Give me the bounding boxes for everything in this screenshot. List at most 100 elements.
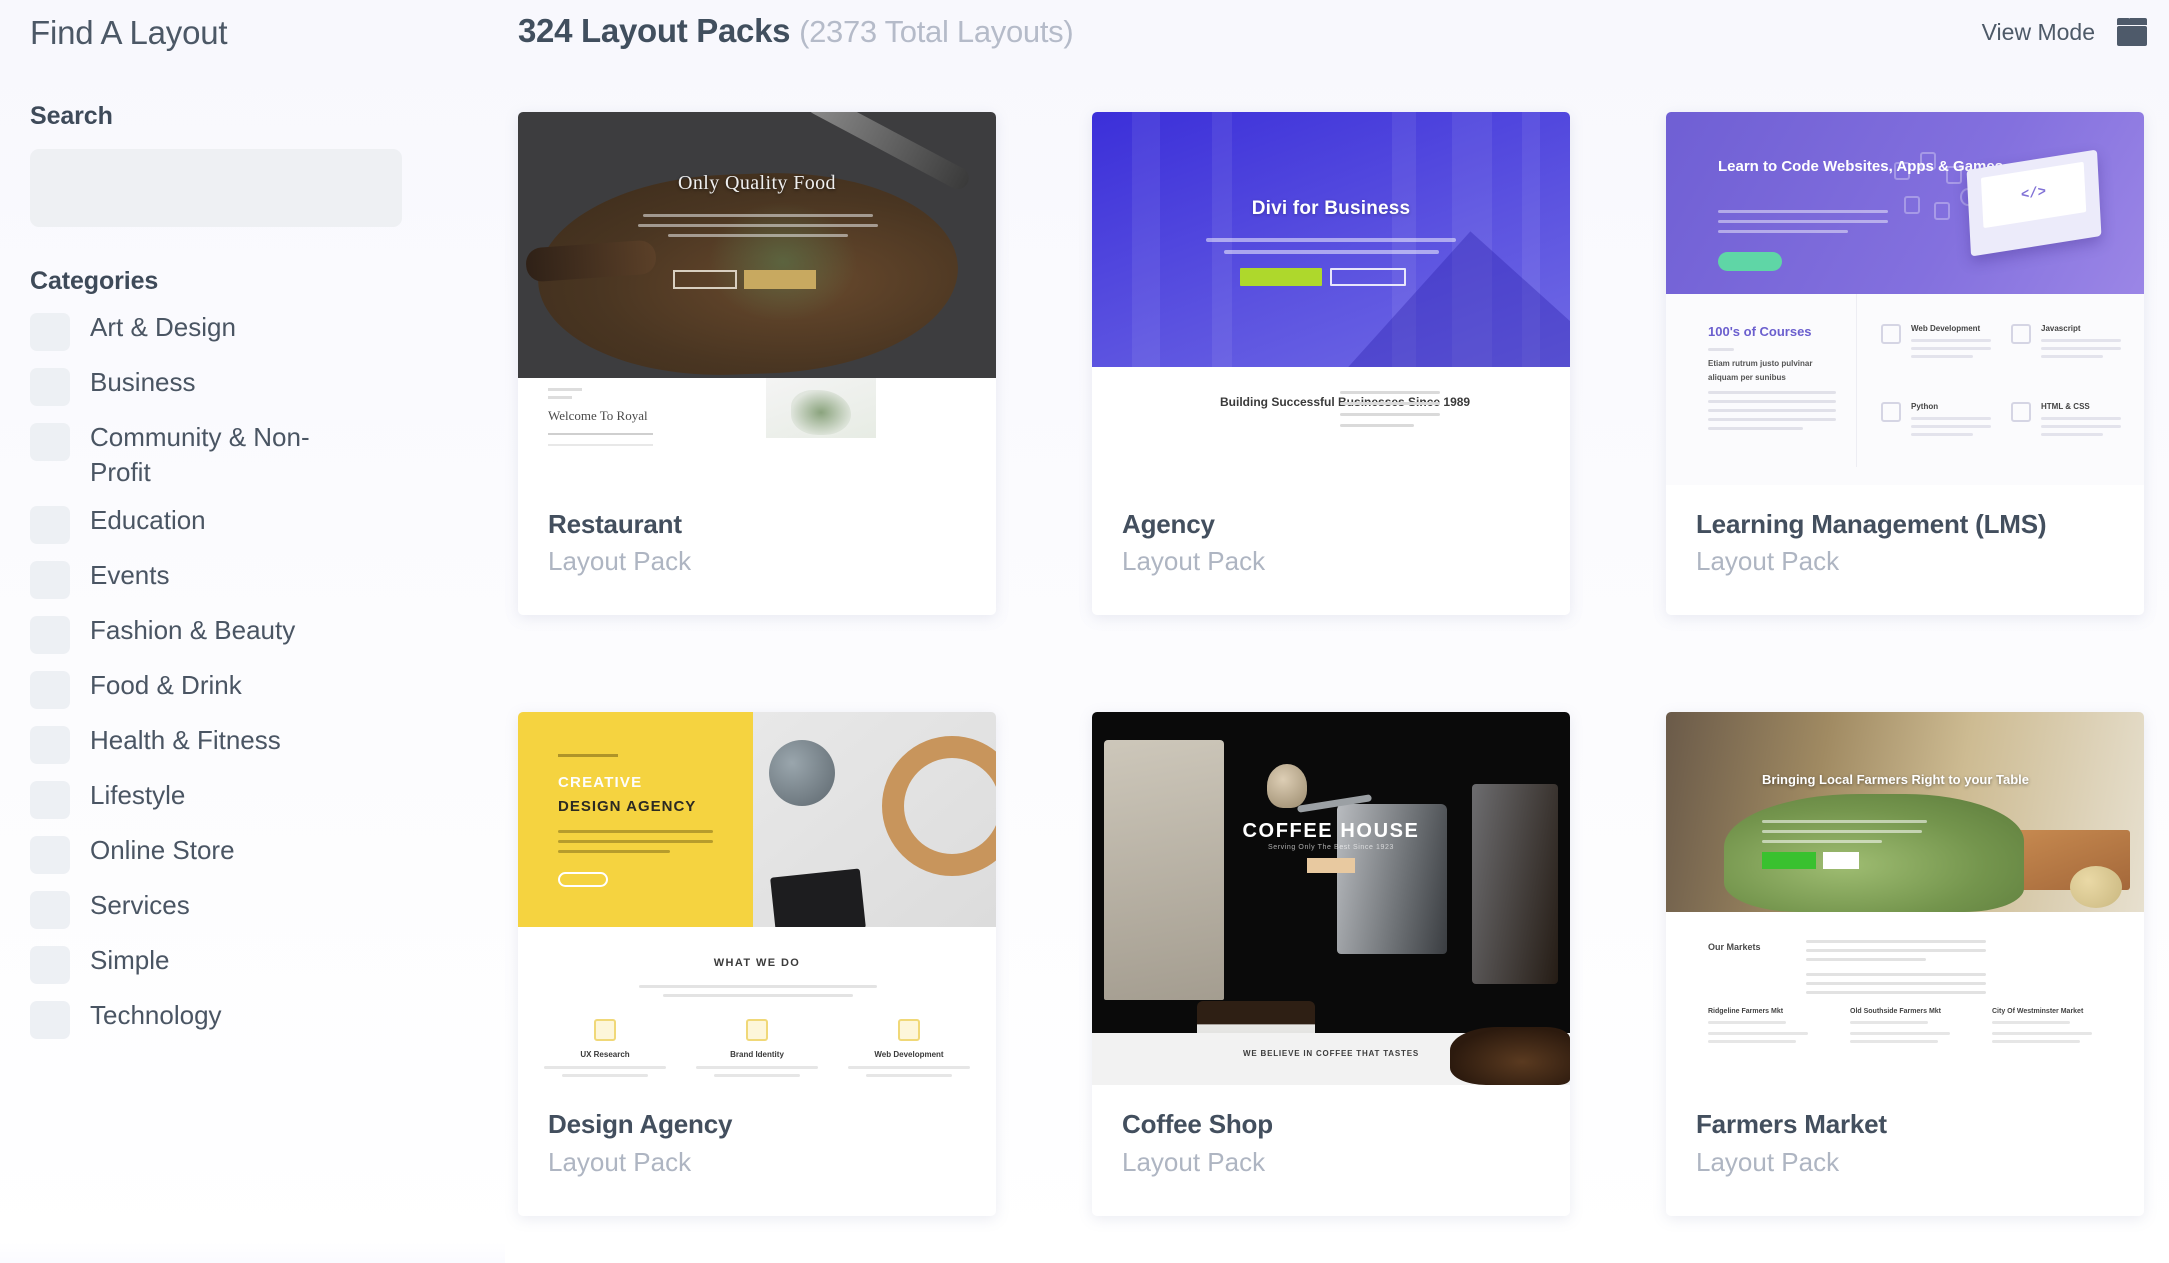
- pack-name: Agency: [1122, 509, 1215, 539]
- pack-meta: Farmers Market Layout Pack: [1666, 1085, 2144, 1215]
- layout-pack-card-design-agency[interactable]: CREATIVE DESIGN AGENCY WHAT WE DO UX Res…: [518, 712, 996, 1216]
- category-label: Health & Fitness: [90, 725, 281, 756]
- total-layouts-text: (2373 Total Layouts): [799, 14, 1074, 49]
- category-item-art-design[interactable]: Art & Design: [30, 310, 475, 351]
- pack-name: Design Agency: [548, 1109, 733, 1140]
- category-list: Art & Design Business Community & Non-Pr…: [30, 310, 475, 1040]
- category-label: Events: [90, 560, 170, 591]
- preview-section-heading: 100's of Courses: [1708, 324, 1812, 339]
- category-label: Lifestyle: [90, 780, 186, 811]
- preview-feature-label: Web Development: [1911, 324, 1981, 333]
- category-item-events[interactable]: Events: [30, 558, 475, 600]
- grid-row: Only Quality Food Welcome To Royal Resta…: [518, 112, 2158, 616]
- pack-preview-thumbnail[interactable]: Learn to Code Websites, Apps & Games </>: [1666, 112, 2144, 485]
- layout-pack-card-lms[interactable]: Learn to Code Websites, Apps & Games </>: [1666, 112, 2144, 616]
- search-label: Search: [30, 102, 113, 130]
- preview-hero-heading: COFFEE HOUSE: [1242, 820, 1420, 843]
- checkbox-icon[interactable]: [30, 561, 70, 600]
- checkbox-icon[interactable]: [30, 506, 70, 545]
- category-item-health-fitness[interactable]: Health & Fitness: [30, 723, 475, 765]
- pack-preview-thumbnail[interactable]: Only Quality Food Welcome To Royal: [518, 112, 996, 485]
- layout-pack-card-coffee-shop[interactable]: COFFEE HOUSE Serving Only The Best Since…: [1092, 712, 1570, 1216]
- preview-hero-heading-1: CREATIVE: [558, 774, 643, 792]
- category-label: Food & Drink: [90, 670, 242, 701]
- category-item-food-drink[interactable]: Food & Drink: [30, 668, 475, 710]
- layout-pack-card-agency[interactable]: Divi for Business Building Successful Bu…: [1092, 112, 1570, 616]
- checkbox-icon[interactable]: [30, 423, 70, 461]
- preview-section-heading: Our Markets: [1708, 942, 1761, 953]
- pack-name: Farmers Market: [1696, 1109, 1887, 1140]
- preview-feature-label: HTML & CSS: [2041, 402, 2090, 411]
- pack-preview-thumbnail[interactable]: COFFEE HOUSE Serving Only The Best Since…: [1092, 712, 1570, 1086]
- pack-subtitle: Layout Pack: [1696, 1146, 1840, 1177]
- preview-hero-heading-2: DESIGN AGENCY: [558, 798, 697, 816]
- category-label: Simple: [90, 945, 170, 976]
- top-header-bar: Find A Layout 324 Layout Packs (2373 Tot…: [0, 0, 2169, 78]
- checkbox-icon[interactable]: [30, 946, 70, 985]
- pack-name: Restaurant: [548, 509, 682, 539]
- checkbox-icon[interactable]: [30, 313, 70, 351]
- layout-browser-page: Find A Layout 324 Layout Packs (2373 Tot…: [0, 0, 2169, 1263]
- pack-subtitle: Layout Pack: [1122, 546, 1266, 577]
- pack-meta: Coffee Shop Layout Pack: [1092, 1085, 1570, 1215]
- layout-packs-grid: Only Quality Food Welcome To Royal Resta…: [518, 112, 2158, 1263]
- pack-preview-thumbnail[interactable]: CREATIVE DESIGN AGENCY WHAT WE DO UX Res…: [518, 712, 996, 1086]
- checkbox-icon[interactable]: [30, 726, 70, 765]
- checkbox-icon[interactable]: [30, 1001, 70, 1040]
- pack-name: Coffee Shop: [1122, 1109, 1273, 1140]
- filters-sidebar: Search Categories Art & Design Business …: [0, 78, 505, 1263]
- pack-preview-thumbnail[interactable]: Divi for Business Building Successful Bu…: [1092, 112, 1570, 485]
- categories-label: Categories: [30, 267, 159, 295]
- layout-pack-card-farmers-market[interactable]: Bringing Local Farmers Right to your Tab…: [1666, 712, 2144, 1216]
- pack-meta: Restaurant Layout Pack: [518, 485, 996, 615]
- checkbox-icon[interactable]: [30, 836, 70, 875]
- category-item-community-non-profit[interactable]: Community & Non-Profit: [30, 420, 475, 489]
- preview-section-heading: Welcome To Royal: [548, 408, 648, 423]
- view-mode-toggle[interactable]: View Mode: [1982, 18, 2147, 46]
- checkbox-icon[interactable]: [30, 368, 70, 406]
- category-label: Community & Non-Profit: [90, 422, 310, 487]
- pack-subtitle: Layout Pack: [548, 1146, 692, 1177]
- category-label: Technology: [90, 1000, 222, 1031]
- checkbox-icon[interactable]: [30, 781, 70, 820]
- preview-hero-subtext: Serving Only The Best Since 1923: [1267, 844, 1395, 852]
- checkbox-icon[interactable]: [30, 671, 70, 710]
- pack-subtitle: Layout Pack: [548, 546, 692, 577]
- pack-preview-thumbnail[interactable]: Bringing Local Farmers Right to your Tab…: [1666, 712, 2144, 1086]
- category-label: Education: [90, 505, 206, 536]
- preview-section-heading: WHAT WE DO: [713, 957, 801, 970]
- category-label: Business: [90, 367, 196, 397]
- category-item-online-store[interactable]: Online Store: [30, 833, 475, 875]
- category-item-fashion-beauty[interactable]: Fashion & Beauty: [30, 613, 475, 655]
- checkbox-icon[interactable]: [30, 616, 70, 655]
- pack-subtitle: Layout Pack: [1696, 546, 1840, 577]
- pack-meta: Design Agency Layout Pack: [518, 1085, 996, 1215]
- category-item-services[interactable]: Services: [30, 888, 475, 930]
- layout-pack-card-restaurant[interactable]: Only Quality Food Welcome To Royal Resta…: [518, 112, 996, 616]
- folder-icon[interactable]: [2113, 18, 2147, 46]
- category-item-education[interactable]: Education: [30, 503, 475, 545]
- preview-hero-heading: Bringing Local Farmers Right to your Tab…: [1762, 772, 2030, 788]
- checkbox-icon[interactable]: [30, 891, 70, 930]
- page-title: Find A Layout: [30, 14, 228, 51]
- preview-feature-label: Web Development: [874, 1050, 944, 1060]
- pack-meta: Learning Management (LMS) Layout Pack: [1666, 485, 2144, 615]
- preview-feature-label: Python: [1911, 402, 1939, 411]
- pack-subtitle: Layout Pack: [1122, 1146, 1266, 1177]
- view-mode-label: View Mode: [1981, 18, 2095, 45]
- category-label: Services: [90, 890, 190, 921]
- category-item-lifestyle[interactable]: Lifestyle: [30, 778, 475, 820]
- category-item-simple[interactable]: Simple: [30, 943, 475, 985]
- pack-meta: Agency Layout Pack: [1092, 485, 1570, 615]
- category-label: Fashion & Beauty: [90, 615, 296, 646]
- packs-count-text: 324 Layout Packs: [518, 12, 791, 49]
- grid-row: CREATIVE DESIGN AGENCY WHAT WE DO UX Res…: [518, 712, 2158, 1216]
- category-item-business[interactable]: Business: [30, 365, 475, 406]
- category-label: Art & Design: [90, 312, 236, 342]
- preview-feature-label: Javascript: [2041, 324, 2081, 333]
- preview-feature-label: UX Research: [580, 1050, 630, 1060]
- category-item-technology[interactable]: Technology: [30, 998, 475, 1040]
- preview-feature-label: Brand Identity: [730, 1050, 784, 1060]
- preview-section-heading: WE BELIEVE IN COFFEE THAT TASTES: [1243, 1049, 1419, 1059]
- search-input[interactable]: [30, 149, 402, 227]
